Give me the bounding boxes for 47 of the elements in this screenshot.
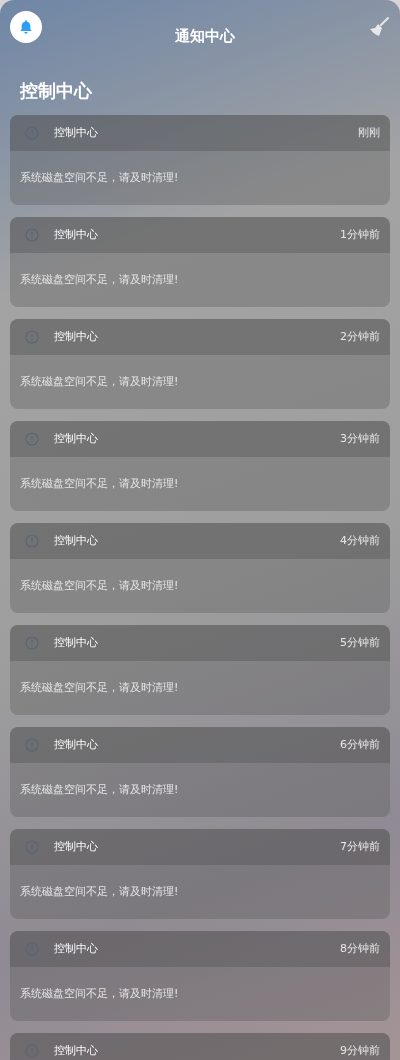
notification-card[interactable]: 控制中心 1分钟前 系统磁盘空间不足，请及时清理! [10,217,390,307]
notification-card[interactable]: 控制中心 5分钟前 系统磁盘空间不足，请及时清理! [10,625,390,715]
notification-time: 4分钟前 [340,532,380,549]
notification-message: 系统磁盘空间不足，请及时清理! [20,373,179,390]
notification-card[interactable]: 控制中心 9分钟前 [10,1033,390,1060]
notification-message: 系统磁盘空间不足，请及时清理! [20,577,179,594]
bell-icon[interactable] [10,11,42,43]
notification-time: 刚刚 [358,124,380,141]
app-name: 控制中心 [54,430,98,447]
window-title: 通知中心 [175,25,235,47]
notification-message: 系统磁盘空间不足，请及时清理! [20,883,179,900]
section-title: 控制中心 [19,78,93,103]
notification-card[interactable]: 控制中心 7分钟前 系统磁盘空间不足，请及时清理! [10,829,390,919]
notification-time: 5分钟前 [340,634,380,651]
app-name: 控制中心 [54,532,98,549]
notification-time: 1分钟前 [340,226,380,243]
info-icon [25,534,39,548]
app-name: 控制中心 [54,124,98,141]
notification-time: 2分钟前 [340,328,380,345]
broom-icon[interactable] [368,16,390,38]
notification-message: 系统磁盘空间不足，请及时清理! [20,169,179,186]
app-name: 控制中心 [54,736,98,753]
app-name: 控制中心 [54,226,98,243]
notification-message: 系统磁盘空间不足，请及时清理! [20,985,179,1002]
notification-message: 系统磁盘空间不足，请及时清理! [20,271,179,288]
info-icon [25,432,39,446]
notification-message: 系统磁盘空间不足，请及时清理! [20,781,179,798]
app-name: 控制中心 [54,634,98,651]
notification-time: 8分钟前 [340,940,380,957]
notification-card[interactable]: 控制中心 3分钟前 系统磁盘空间不足，请及时清理! [10,421,390,511]
notification-card[interactable]: 控制中心 刚刚 系统磁盘空间不足，请及时清理! [10,115,390,205]
app-name: 控制中心 [54,328,98,345]
info-icon [25,330,39,344]
notification-time: 6分钟前 [340,736,380,753]
notification-time: 3分钟前 [340,430,380,447]
notification-message: 系统磁盘空间不足，请及时清理! [20,679,179,696]
notification-message: 系统磁盘空间不足，请及时清理! [20,475,179,492]
app-name: 控制中心 [54,940,98,957]
notification-card[interactable]: 控制中心 8分钟前 系统磁盘空间不足，请及时清理! [10,931,390,1021]
notification-time: 9分钟前 [340,1042,380,1059]
info-icon [25,636,39,650]
app-name: 控制中心 [54,1042,98,1059]
app-name: 控制中心 [54,838,98,855]
notification-card[interactable]: 控制中心 6分钟前 系统磁盘空间不足，请及时清理! [10,727,390,817]
notification-card[interactable]: 控制中心 2分钟前 系统磁盘空间不足，请及时清理! [10,319,390,409]
notification-time: 7分钟前 [340,838,380,855]
notification-card[interactable]: 控制中心 4分钟前 系统磁盘空间不足，请及时清理! [10,523,390,613]
